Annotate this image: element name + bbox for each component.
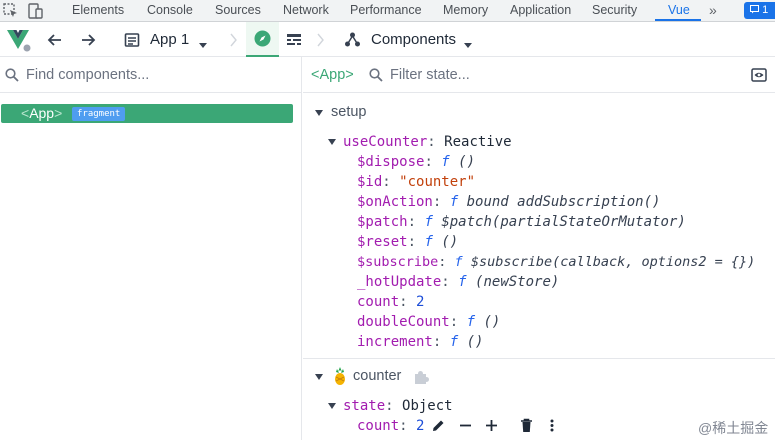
state-row-dispose[interactable]: $dispose: f () — [357, 153, 475, 171]
more-tabs-button[interactable]: » — [709, 0, 717, 20]
state-row-subscribe[interactable]: $subscribe: f $subscribe(callback, optio… — [357, 253, 755, 271]
more-actions-icon[interactable] — [549, 418, 555, 436]
tab-sources[interactable]: Sources — [215, 0, 261, 21]
state-row-id[interactable]: $id: "counter" — [357, 173, 475, 191]
compass-icon — [254, 30, 271, 50]
tab-application[interactable]: Application — [510, 0, 571, 21]
tab-console[interactable]: Console — [147, 0, 193, 21]
issues-badge[interactable]: 1 — [744, 2, 775, 19]
components-tree-icon — [344, 31, 361, 51]
usecounter-row[interactable]: useCounter: Reactive — [343, 133, 512, 151]
setup-collapse-caret[interactable] — [315, 110, 323, 116]
tree-node-label: <App> — [21, 105, 63, 121]
chevron-right-icon — [230, 33, 238, 50]
state-filter[interactable]: <App> Filter state... — [303, 57, 775, 93]
store-state-row[interactable]: state: Object — [343, 397, 453, 415]
state-filter-placeholder[interactable]: Filter state... — [390, 57, 470, 93]
inspector-select[interactable]: Components — [371, 22, 456, 57]
state-row-patch[interactable]: $patch: f $patch(partialStateOrMutator) — [357, 213, 686, 231]
inspector-select-caret-icon[interactable] — [463, 37, 473, 52]
app-select-caret-icon[interactable] — [198, 37, 208, 52]
vue-toolbar: App 1 Components — [0, 22, 775, 57]
component-search[interactable]: Find components... — [0, 57, 302, 93]
pineapple-icon — [333, 367, 347, 388]
edit-pencil-icon[interactable] — [431, 418, 446, 436]
back-arrow-icon[interactable] — [47, 32, 63, 51]
store-state-count-row[interactable]: count: 2 — [357, 417, 424, 435]
state-inspector-panel: <App> Filter state... setup useCounter: … — [303, 57, 775, 440]
store-section-title[interactable]: counter — [353, 368, 401, 384]
issues-count: 1 — [762, 4, 769, 16]
search-icon — [369, 68, 383, 85]
setup-section-title[interactable]: setup — [331, 104, 366, 120]
puzzle-icon — [413, 369, 429, 388]
tree-node-app[interactable]: <App> fragment — [1, 104, 293, 123]
tab-network[interactable]: Network — [283, 0, 329, 21]
state-collapse-caret[interactable] — [328, 403, 336, 409]
devtools-tab-bar: Elements Console Sources Network Perform… — [0, 0, 775, 22]
inspect-dom-eye-icon[interactable] — [751, 68, 767, 85]
state-row-hotupdate[interactable]: _hotUpdate: f (newStore) — [357, 273, 559, 291]
chevron-right-icon — [317, 33, 325, 50]
app-select[interactable]: App 1 — [150, 22, 189, 57]
increment-plus-icon[interactable] — [485, 418, 498, 436]
inspect-element-icon[interactable] — [2, 2, 20, 20]
state-row-count[interactable]: count: 2 — [357, 293, 424, 311]
delete-trash-icon[interactable] — [520, 418, 533, 436]
tab-performance[interactable]: Performance — [350, 0, 422, 21]
fragment-badge: fragment — [72, 107, 126, 121]
tab-components-inspector[interactable] — [246, 22, 279, 57]
active-tab-indicator — [655, 19, 701, 21]
search-icon — [5, 68, 19, 85]
selected-component-name: <App> — [311, 67, 354, 83]
usecounter-collapse-caret[interactable] — [328, 139, 336, 145]
tab-vue[interactable]: Vue — [668, 0, 690, 21]
tab-memory[interactable]: Memory — [443, 0, 488, 21]
watermark: @稀土掘金 — [698, 420, 769, 436]
message-icon — [750, 5, 759, 14]
component-tree-panel: Find components... <App> fragment — [0, 57, 302, 440]
tab-security[interactable]: Security — [592, 0, 637, 21]
decrement-minus-icon[interactable] — [459, 418, 472, 436]
state-row-onaction[interactable]: $onAction: f bound addSubscription() — [357, 193, 660, 211]
device-toolbar-icon[interactable] — [26, 2, 44, 20]
store-collapse-caret[interactable] — [315, 374, 323, 380]
state-row-doublecount[interactable]: doubleCount: f () — [357, 313, 500, 331]
tab-elements[interactable]: Elements — [72, 0, 124, 21]
timeline-icon[interactable] — [286, 32, 302, 51]
component-search-placeholder[interactable]: Find components... — [26, 57, 149, 93]
state-row-increment[interactable]: increment: f () — [357, 333, 483, 351]
state-row-reset[interactable]: $reset: f () — [357, 233, 458, 251]
vue-logo-icon — [6, 28, 32, 55]
app-icon — [124, 32, 140, 51]
forward-arrow-icon[interactable] — [80, 32, 96, 51]
section-divider — [303, 358, 775, 359]
